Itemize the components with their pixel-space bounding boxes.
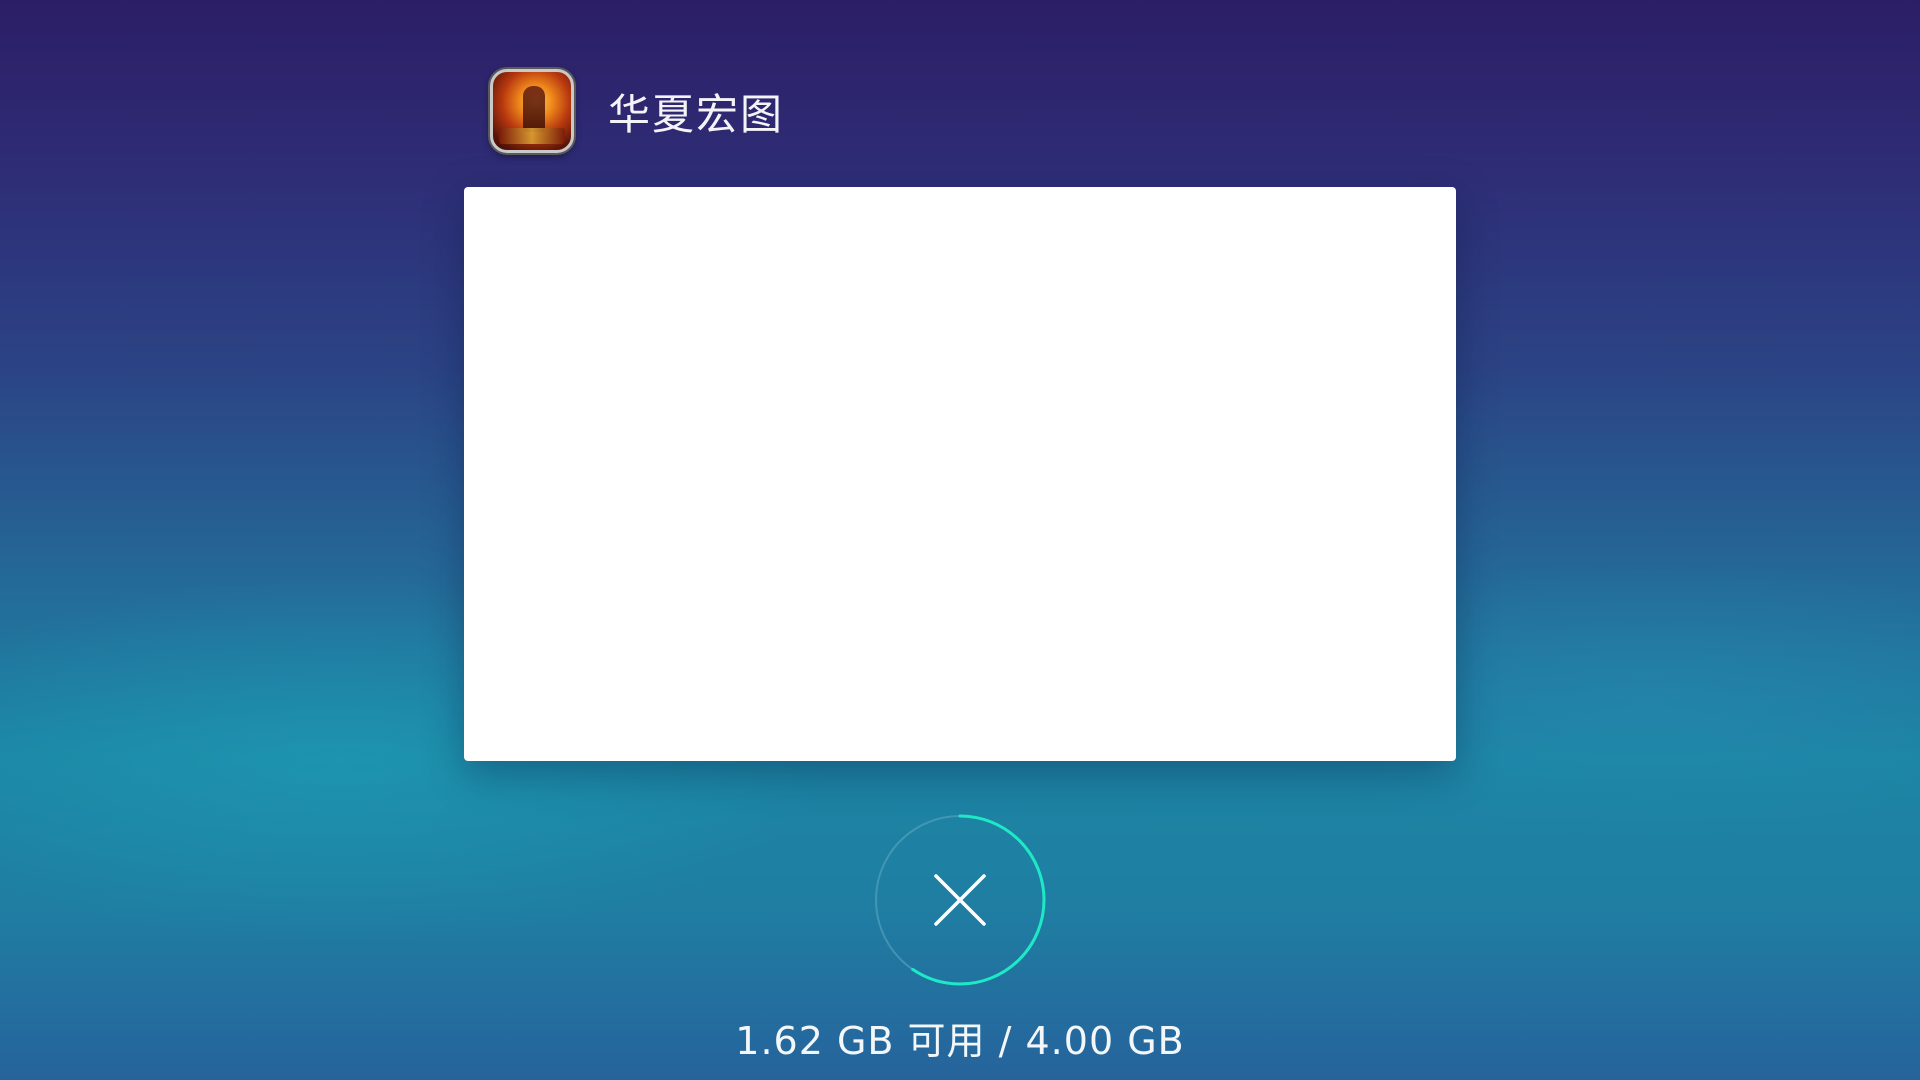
- clear-memory-button[interactable]: [874, 814, 1046, 986]
- app-title: 华夏宏图: [608, 89, 785, 139]
- app-preview-card[interactable]: [464, 187, 1456, 761]
- app-icon[interactable]: [490, 69, 574, 153]
- memory-status-text: 1.62 GB 可用 / 4.00 GB: [735, 1019, 1185, 1063]
- close-icon: [934, 874, 986, 926]
- app-header: 华夏宏图: [490, 68, 784, 154]
